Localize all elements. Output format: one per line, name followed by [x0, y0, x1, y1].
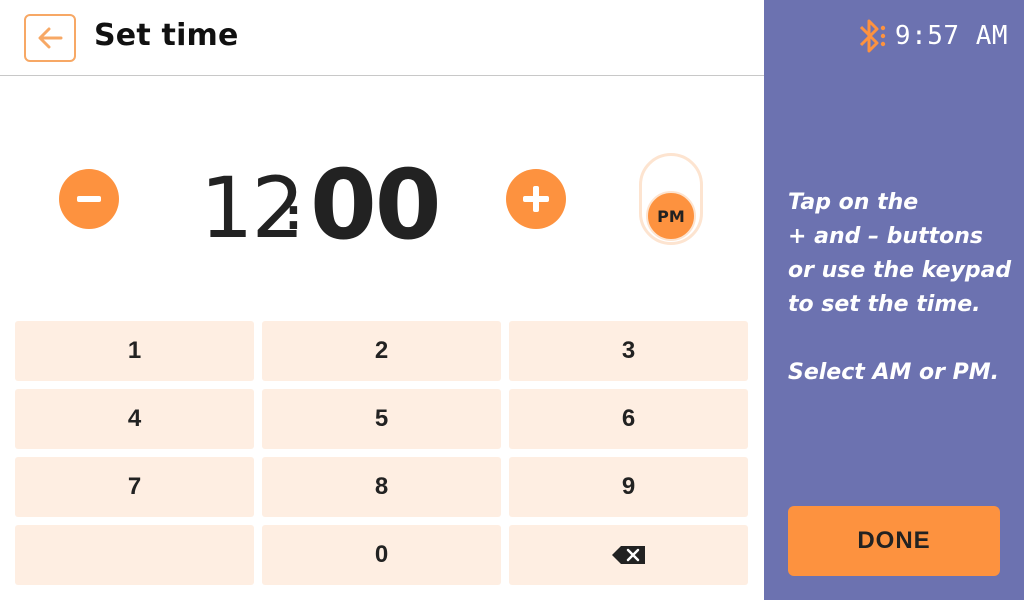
key-6[interactable]: 6 [509, 389, 748, 449]
key-3[interactable]: 3 [509, 321, 748, 381]
keypad: 1 2 3 4 5 6 7 8 9 0 [15, 321, 749, 585]
minus-icon [77, 196, 101, 202]
header-bar: Set time [0, 0, 764, 76]
key-0[interactable]: 0 [262, 525, 501, 585]
key-blank [15, 525, 254, 585]
am-pm-toggle[interactable]: PM [639, 153, 703, 245]
instruction-spacer [788, 322, 1018, 356]
instruction-line: Tap on the [788, 190, 919, 215]
key-7[interactable]: 7 [15, 457, 254, 517]
arrow-left-icon [38, 27, 63, 49]
instruction-note: Select AM or PM. [788, 360, 1000, 385]
key-5[interactable]: 5 [262, 389, 501, 449]
backspace-icon [611, 546, 645, 564]
minutes-display[interactable]: 00 [310, 150, 442, 260]
instruction-line: + and – buttons [788, 224, 983, 249]
increment-button[interactable] [506, 169, 566, 229]
backspace-button[interactable] [509, 525, 748, 585]
key-4[interactable]: 4 [15, 389, 254, 449]
instructions-text: Tap on the + and – buttons or use the ke… [788, 186, 1018, 390]
back-button[interactable] [24, 14, 76, 62]
decrement-button[interactable] [59, 169, 119, 229]
side-panel: 9:57 AM Tap on the + and – buttons or us… [764, 0, 1024, 600]
am-pm-knob[interactable]: PM [646, 191, 696, 241]
status-bar: 9:57 AM [855, 18, 1008, 54]
instruction-line: to set the time. [788, 292, 981, 317]
time-separator: : [285, 190, 302, 239]
done-button[interactable]: DONE [788, 506, 1000, 576]
bluetooth-icon [859, 19, 886, 53]
key-9[interactable]: 9 [509, 457, 748, 517]
key-1[interactable]: 1 [15, 321, 254, 381]
instruction-line: or use the keypad [788, 258, 1012, 283]
plus-icon [523, 186, 549, 212]
status-clock: 9:57 AM [894, 21, 1008, 51]
key-2[interactable]: 2 [262, 321, 501, 381]
key-8[interactable]: 8 [262, 457, 501, 517]
page-title: Set time [94, 18, 239, 53]
